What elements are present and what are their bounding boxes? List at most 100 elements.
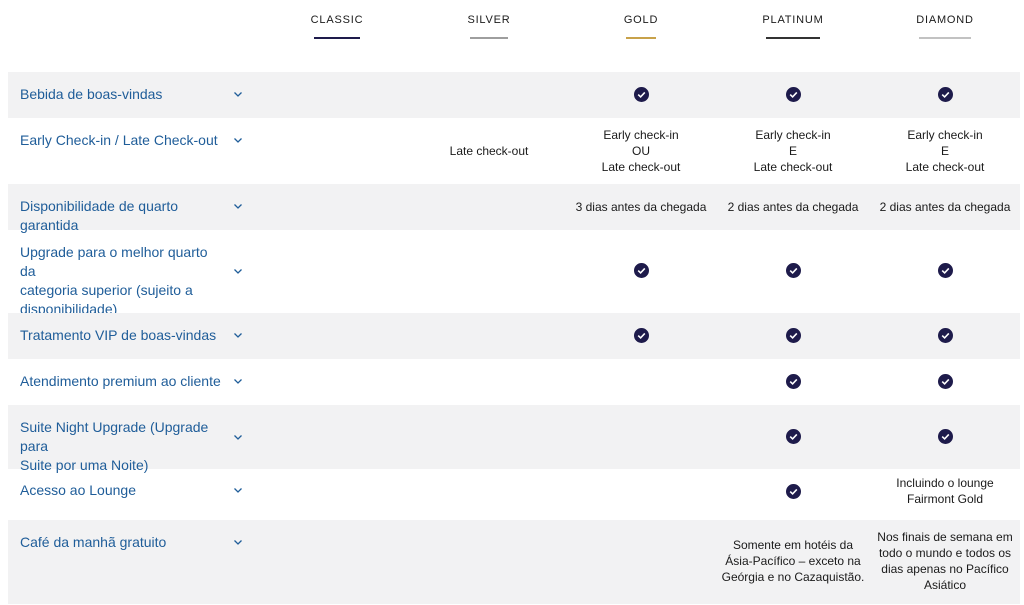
- platinum-cell: [717, 429, 869, 448]
- tier-underline: [766, 37, 820, 39]
- cell-line: Early check-in: [755, 128, 831, 142]
- tier-label: GOLD: [623, 14, 659, 26]
- label-line: categoria superior (sujeito a: [20, 282, 193, 298]
- check-circle-icon: [785, 374, 801, 389]
- cell-line: dias apenas no Pacífico: [881, 562, 1009, 576]
- cell-line: Incluindo o lounge: [896, 476, 994, 490]
- tier-silver[interactable]: SILVER: [413, 14, 565, 39]
- chevron-down-icon[interactable]: [232, 265, 244, 277]
- label-line: Suite Night Upgrade (Upgrade para: [20, 419, 209, 454]
- tier-classic[interactable]: CLASSIC: [261, 14, 413, 39]
- tier-underline: [919, 37, 971, 39]
- cell-line: E: [788, 144, 797, 158]
- tier-label: SILVER: [467, 14, 511, 26]
- tier-underline: [626, 37, 656, 39]
- check-circle-icon: [785, 429, 801, 444]
- benefit-row-room-availability[interactable]: Disponibilidade de quarto garantida 3 di…: [8, 184, 1020, 233]
- platinum-cell: 2 dias antes da chegada: [727, 200, 859, 214]
- platinum-cell: [717, 328, 869, 347]
- benefit-row-free-breakfast[interactable]: Café da manhã gratuito Somente em hotéis…: [8, 520, 1020, 604]
- chevron-down-icon[interactable]: [232, 88, 244, 100]
- benefit-row-room-upgrade[interactable]: Upgrade para o melhor quarto da categori…: [8, 230, 1021, 317]
- cell-line: Asiático: [923, 578, 967, 592]
- chevron-down-icon[interactable]: [232, 536, 244, 548]
- check-circle-icon: [785, 484, 801, 499]
- check-circle-icon: [937, 429, 953, 444]
- benefit-row-early-late-checkout[interactable]: Early Check-in / Late Check-out Late che…: [8, 118, 1020, 184]
- cell-line: Nos finais de semana em: [877, 530, 1013, 544]
- benefit-row-vip-welcome[interactable]: Tratamento VIP de boas-vindas: [8, 313, 1020, 359]
- platinum-cell: [717, 87, 869, 106]
- benefit-label: Café da manhã gratuito: [20, 534, 167, 550]
- label-line: Upgrade para o melhor quarto da: [20, 244, 208, 279]
- diamond-cell: 2 dias antes da chegada: [879, 200, 1011, 214]
- check-circle-icon: [633, 263, 649, 278]
- cell-line: todo o mundo e todos os: [878, 546, 1012, 560]
- tier-label: CLASSIC: [310, 14, 364, 26]
- check-circle-icon: [937, 328, 953, 343]
- tier-label: PLATINUM: [762, 14, 824, 26]
- chevron-down-icon[interactable]: [232, 431, 244, 443]
- check-circle-icon: [785, 263, 801, 278]
- gold-cell: Early check-in OU Late check-out: [565, 127, 717, 175]
- platinum-cell: [717, 263, 869, 282]
- diamond-cell: Incluindo o lounge Fairmont Gold: [869, 475, 1021, 507]
- chevron-down-icon[interactable]: [232, 375, 244, 387]
- check-circle-icon: [937, 374, 953, 389]
- benefit-row-lounge-access[interactable]: Acesso ao Lounge Incluindo o lounge Fair…: [8, 469, 1020, 520]
- platinum-cell: Somente em hotéis da Ásia-Pacífico – exc…: [717, 537, 869, 585]
- cell-line: Late check-out: [905, 160, 985, 174]
- benefit-label: Early Check-in / Late Check-out: [20, 132, 218, 148]
- platinum-cell: [717, 374, 869, 393]
- diamond-cell: Early check-in E Late check-out: [869, 127, 1021, 175]
- chevron-down-icon[interactable]: [232, 329, 244, 341]
- cell-line: Fairmont Gold: [906, 492, 984, 506]
- check-circle-icon: [633, 328, 649, 343]
- tier-gold[interactable]: GOLD: [565, 14, 717, 39]
- platinum-cell: Early check-in E Late check-out: [717, 127, 869, 175]
- chevron-down-icon[interactable]: [232, 200, 244, 212]
- benefit-label: Atendimento premium ao cliente: [20, 373, 221, 389]
- gold-cell: [565, 328, 717, 347]
- chevron-down-icon[interactable]: [232, 484, 244, 496]
- check-circle-icon: [633, 87, 649, 102]
- tier-underline: [470, 37, 508, 39]
- benefit-label: Acesso ao Lounge: [20, 482, 136, 498]
- benefit-label: Bebida de boas-vindas: [20, 86, 163, 102]
- benefit-label: Suite Night Upgrade (Upgrade para Suite …: [20, 418, 225, 475]
- tier-diamond[interactable]: DIAMOND: [869, 14, 1021, 39]
- cell-line: Late check-out: [601, 160, 681, 174]
- cell-line: Geórgia e no Cazaquistão.: [721, 570, 865, 584]
- cell-line: Early check-in: [907, 128, 983, 142]
- benefits-table: Bebida de boas-vindas Early Check-in / L…: [8, 72, 1020, 604]
- gold-cell: [565, 263, 717, 282]
- tier-header: CLASSIC SILVER GOLD PLATINUM DIAMOND: [0, 0, 1024, 72]
- cell-line: Late check-out: [753, 160, 833, 174]
- diamond-cell: [869, 374, 1021, 393]
- check-circle-icon: [785, 328, 801, 343]
- benefit-row-premium-service[interactable]: Atendimento premium ao cliente: [8, 359, 1020, 405]
- check-circle-icon: [937, 263, 953, 278]
- diamond-cell: [869, 87, 1021, 106]
- gold-cell: [565, 87, 717, 106]
- benefit-label: Tratamento VIP de boas-vindas: [20, 327, 217, 343]
- diamond-cell: [869, 263, 1021, 282]
- benefit-row-welcome-drink[interactable]: Bebida de boas-vindas: [8, 72, 1020, 118]
- cell-line: E: [940, 144, 949, 158]
- tier-label: DIAMOND: [916, 14, 974, 26]
- chevron-down-icon[interactable]: [232, 134, 244, 146]
- tier-underline: [314, 37, 360, 39]
- check-circle-icon: [785, 87, 801, 102]
- diamond-cell: [869, 429, 1021, 448]
- cell-line: Somente em hotéis da: [732, 538, 854, 552]
- gold-cell: 3 dias antes da chegada: [575, 200, 707, 214]
- tier-platinum[interactable]: PLATINUM: [717, 14, 869, 39]
- cell-line: Early check-in: [603, 128, 679, 142]
- benefit-label: Upgrade para o melhor quarto da categori…: [20, 243, 225, 319]
- silver-cell: Late check-out: [449, 144, 529, 158]
- diamond-cell: [869, 328, 1021, 347]
- cell-line: OU: [632, 144, 650, 158]
- cell-line: Ásia-Pacífico – exceto na: [725, 554, 861, 568]
- benefit-row-suite-night-upgrade[interactable]: Suite Night Upgrade (Upgrade para Suite …: [8, 405, 1021, 473]
- check-circle-icon: [937, 87, 953, 102]
